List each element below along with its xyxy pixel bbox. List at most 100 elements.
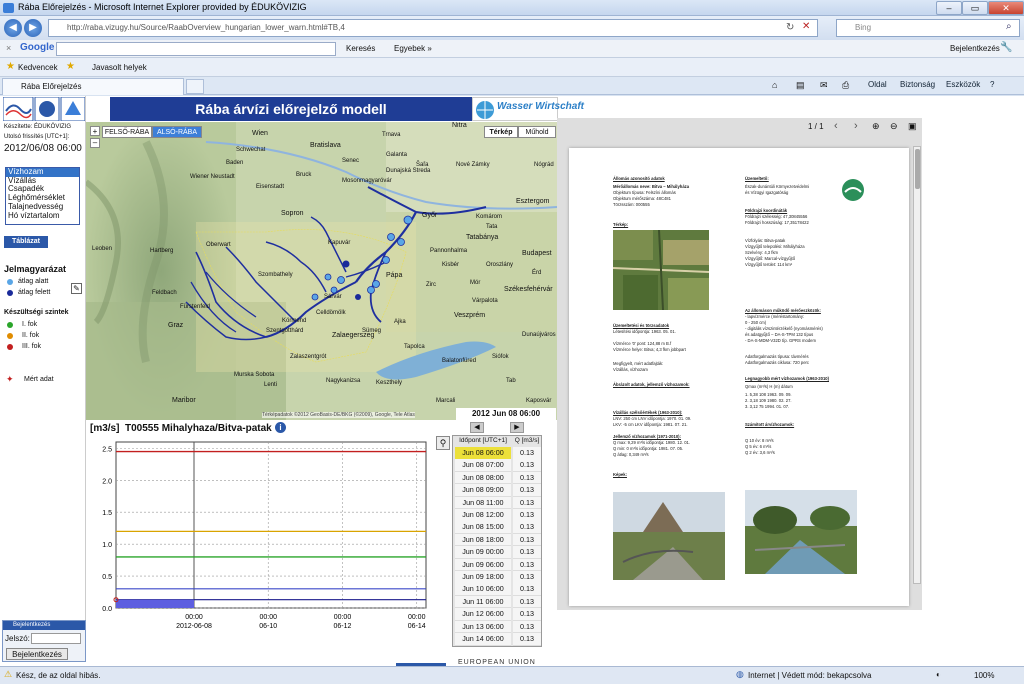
google-search-input[interactable]: [56, 42, 336, 56]
zoom-level[interactable]: 100%: [974, 671, 994, 680]
edit-icon[interactable]: ✎: [71, 283, 82, 294]
table-row[interactable]: Jun 08 07:00 0.13: [455, 459, 541, 472]
google-more-button[interactable]: Egyebek »: [394, 44, 432, 53]
pdf-text: - digitális vízszintérzékelő (nyomásméré…: [745, 326, 823, 331]
back-button[interactable]: ◀: [4, 19, 22, 37]
info-icon[interactable]: i: [275, 422, 286, 433]
pdf-zoom-in-icon[interactable]: ⊕: [872, 121, 880, 132]
row-time: Jun 08 12:00: [455, 509, 511, 522]
close-window-button[interactable]: ✕: [988, 1, 1024, 15]
pdf-text: Vízgyűjtő terület: 114 km²: [745, 262, 793, 267]
table-row[interactable]: Jun 08 15:00 0.13: [455, 521, 541, 534]
pdf-text: Földrajzi szélesség: 47,30845556: [745, 214, 808, 219]
pdf-text: Létesítési időpontja: 1963. 05. 01.: [613, 329, 676, 334]
address-input[interactable]: http://raba.vizugy.hu/Source/RaabOvervie…: [48, 19, 818, 37]
table-row[interactable]: Jun 10 06:00 0.13: [455, 583, 541, 596]
city-label: Ajka: [394, 319, 406, 325]
param-item[interactable]: Hó víztartalom: [6, 211, 79, 221]
table-row[interactable]: Jun 12 06:00 0.13: [455, 608, 541, 621]
close-toolbar-icon[interactable]: ×: [6, 43, 11, 53]
map-view-button[interactable]: Térkép: [484, 126, 518, 138]
table-row[interactable]: Jun 09 00:00 0.13: [455, 546, 541, 559]
pdf-next-icon[interactable]: ›: [854, 120, 858, 132]
wrench-icon[interactable]: 🔧: [1000, 42, 1012, 53]
table-row[interactable]: Jun 08 18:00 0.13: [455, 533, 541, 547]
tab-raba[interactable]: Rába Előrejelzés: [2, 78, 184, 95]
map-copyright: Térképadatok ©2012 GeoBasis-DE/BKG (©200…: [262, 412, 415, 418]
password-label: Jelszó:: [5, 634, 30, 643]
table-prev-button[interactable]: ◀: [470, 422, 484, 433]
pdf-scrollbar[interactable]: [913, 146, 921, 584]
city-label: Budapest: [522, 250, 552, 257]
tab-upper-raba[interactable]: FELSŐ-RÁBA: [102, 126, 152, 138]
table-row[interactable]: Jun 11 06:00 0.13: [455, 595, 541, 609]
safety-menu[interactable]: Biztonság: [900, 80, 935, 89]
zoom-out-map-button[interactable]: –: [90, 138, 100, 148]
stop-icon[interactable]: ✕: [802, 21, 810, 32]
map-view[interactable]: Wien Bratislava Nitra Schwechat Győr Tat…: [86, 122, 557, 420]
refresh-icon[interactable]: ↻: [786, 22, 794, 33]
pdf-text: 1. 5,38 108 1963. 09. 09.: [745, 392, 792, 397]
chart-zoom-icon[interactable]: ⚲: [436, 436, 450, 450]
forward-button[interactable]: ▶: [24, 19, 42, 37]
table-row[interactable]: Jun 08 09:00 0.13: [455, 484, 541, 497]
tab-lower-raba[interactable]: ALSÓ-RÁBA: [152, 126, 202, 138]
print-icon[interactable]: ⎙: [842, 80, 849, 91]
above-avg-dot-icon: [7, 290, 13, 296]
protected-mode-icon[interactable]: ◐: [936, 670, 941, 679]
row-time: Jun 14 06:00: [455, 633, 511, 646]
row-q: 0.13: [513, 484, 541, 497]
pdf-prev-icon[interactable]: ‹: [834, 120, 838, 132]
add-favorite-icon[interactable]: ★: [66, 61, 75, 72]
table-row[interactable]: Jun 08 08:00 0.13: [455, 471, 541, 485]
table-row[interactable]: Jun 09 18:00 0.13: [455, 571, 541, 584]
city-label: Dunajská Streda: [386, 168, 431, 174]
table-row[interactable]: Jun 08 12:00 0.13: [455, 509, 541, 522]
row-q: 0.13: [513, 521, 541, 534]
feeds-icon[interactable]: ▤: [796, 80, 805, 91]
pdf-text: Vízgyűjtő: Marcal-vízgyűjtő: [745, 256, 796, 261]
warning-icon[interactable]: ⚠: [4, 669, 12, 680]
home-icon[interactable]: ⌂: [772, 80, 777, 90]
zoom-in-map-button[interactable]: +: [90, 126, 100, 136]
legend-above: átlag felett: [18, 289, 51, 296]
new-tab-button[interactable]: [186, 79, 204, 94]
city-label: Kisbér: [442, 262, 460, 268]
y-tick-label: 2.5: [102, 446, 112, 453]
pdf-zoom-out-icon[interactable]: ⊖: [890, 121, 898, 132]
minimize-button[interactable]: –: [936, 1, 962, 15]
table-row[interactable]: Jun 14 06:00 0.13: [455, 633, 541, 646]
parameter-list[interactable]: Vízhozam Vízállás Csapadék Léghőmérsékle…: [5, 167, 80, 225]
page-menu[interactable]: Oldal: [868, 80, 887, 89]
city-label: Tatabánya: [466, 234, 499, 241]
hydrograph-chart[interactable]: 0.0 0.5 1.0 1.5 2.0 2.5 00:00 2012-06-08 00:00 06…: [88, 436, 434, 636]
table-row[interactable]: Jun 08 11:00 0.13: [455, 496, 541, 510]
row-q: 0.13: [513, 595, 541, 609]
table-row[interactable]: Jun 08 06:00 0.13: [455, 447, 541, 460]
suggested-sites-button[interactable]: Javasolt helyek: [92, 63, 147, 72]
satellite-view-button[interactable]: Műhold: [518, 126, 556, 138]
table-next-button[interactable]: ▶: [510, 422, 524, 433]
password-field[interactable]: [31, 633, 81, 644]
google-search-button[interactable]: Keresés: [346, 44, 375, 53]
pdf-text: Adatforgalmazás típusa: távmérés: [745, 354, 809, 359]
search-icon[interactable]: ⌕: [1006, 21, 1012, 32]
favorites-button[interactable]: Kedvencek: [18, 63, 58, 72]
google-signin-link[interactable]: Bejelentkezés: [950, 44, 1000, 53]
tools-menu[interactable]: Eszközök: [946, 80, 980, 89]
row-q: 0.13: [513, 447, 541, 460]
table-row[interactable]: Jun 09 06:00 0.13: [455, 558, 541, 572]
pdf-text: és adatgyűjtő – DA-S-TPM 132 típus: [745, 332, 814, 337]
table-button[interactable]: Táblázat: [4, 236, 48, 248]
level3-dot-icon: [7, 344, 13, 350]
pdf-fullscreen-icon[interactable]: ▣: [908, 121, 917, 132]
mail-icon[interactable]: ✉: [820, 80, 828, 91]
pdf-text: Q max: 9,29 m³/s időpontja: 1980. 12. 01…: [613, 440, 691, 445]
pdf-text: Észak-dunántúli Környezetvédelmi: [745, 184, 810, 189]
city-label: Marcali: [436, 398, 456, 404]
maximize-button[interactable]: ▭: [962, 1, 988, 15]
login-button[interactable]: Bejelentkezés: [6, 648, 68, 660]
table-row[interactable]: Jun 13 06:00 0.13: [455, 620, 541, 634]
help-icon[interactable]: ?: [990, 80, 994, 89]
search-input[interactable]: Bing: [836, 19, 1020, 37]
